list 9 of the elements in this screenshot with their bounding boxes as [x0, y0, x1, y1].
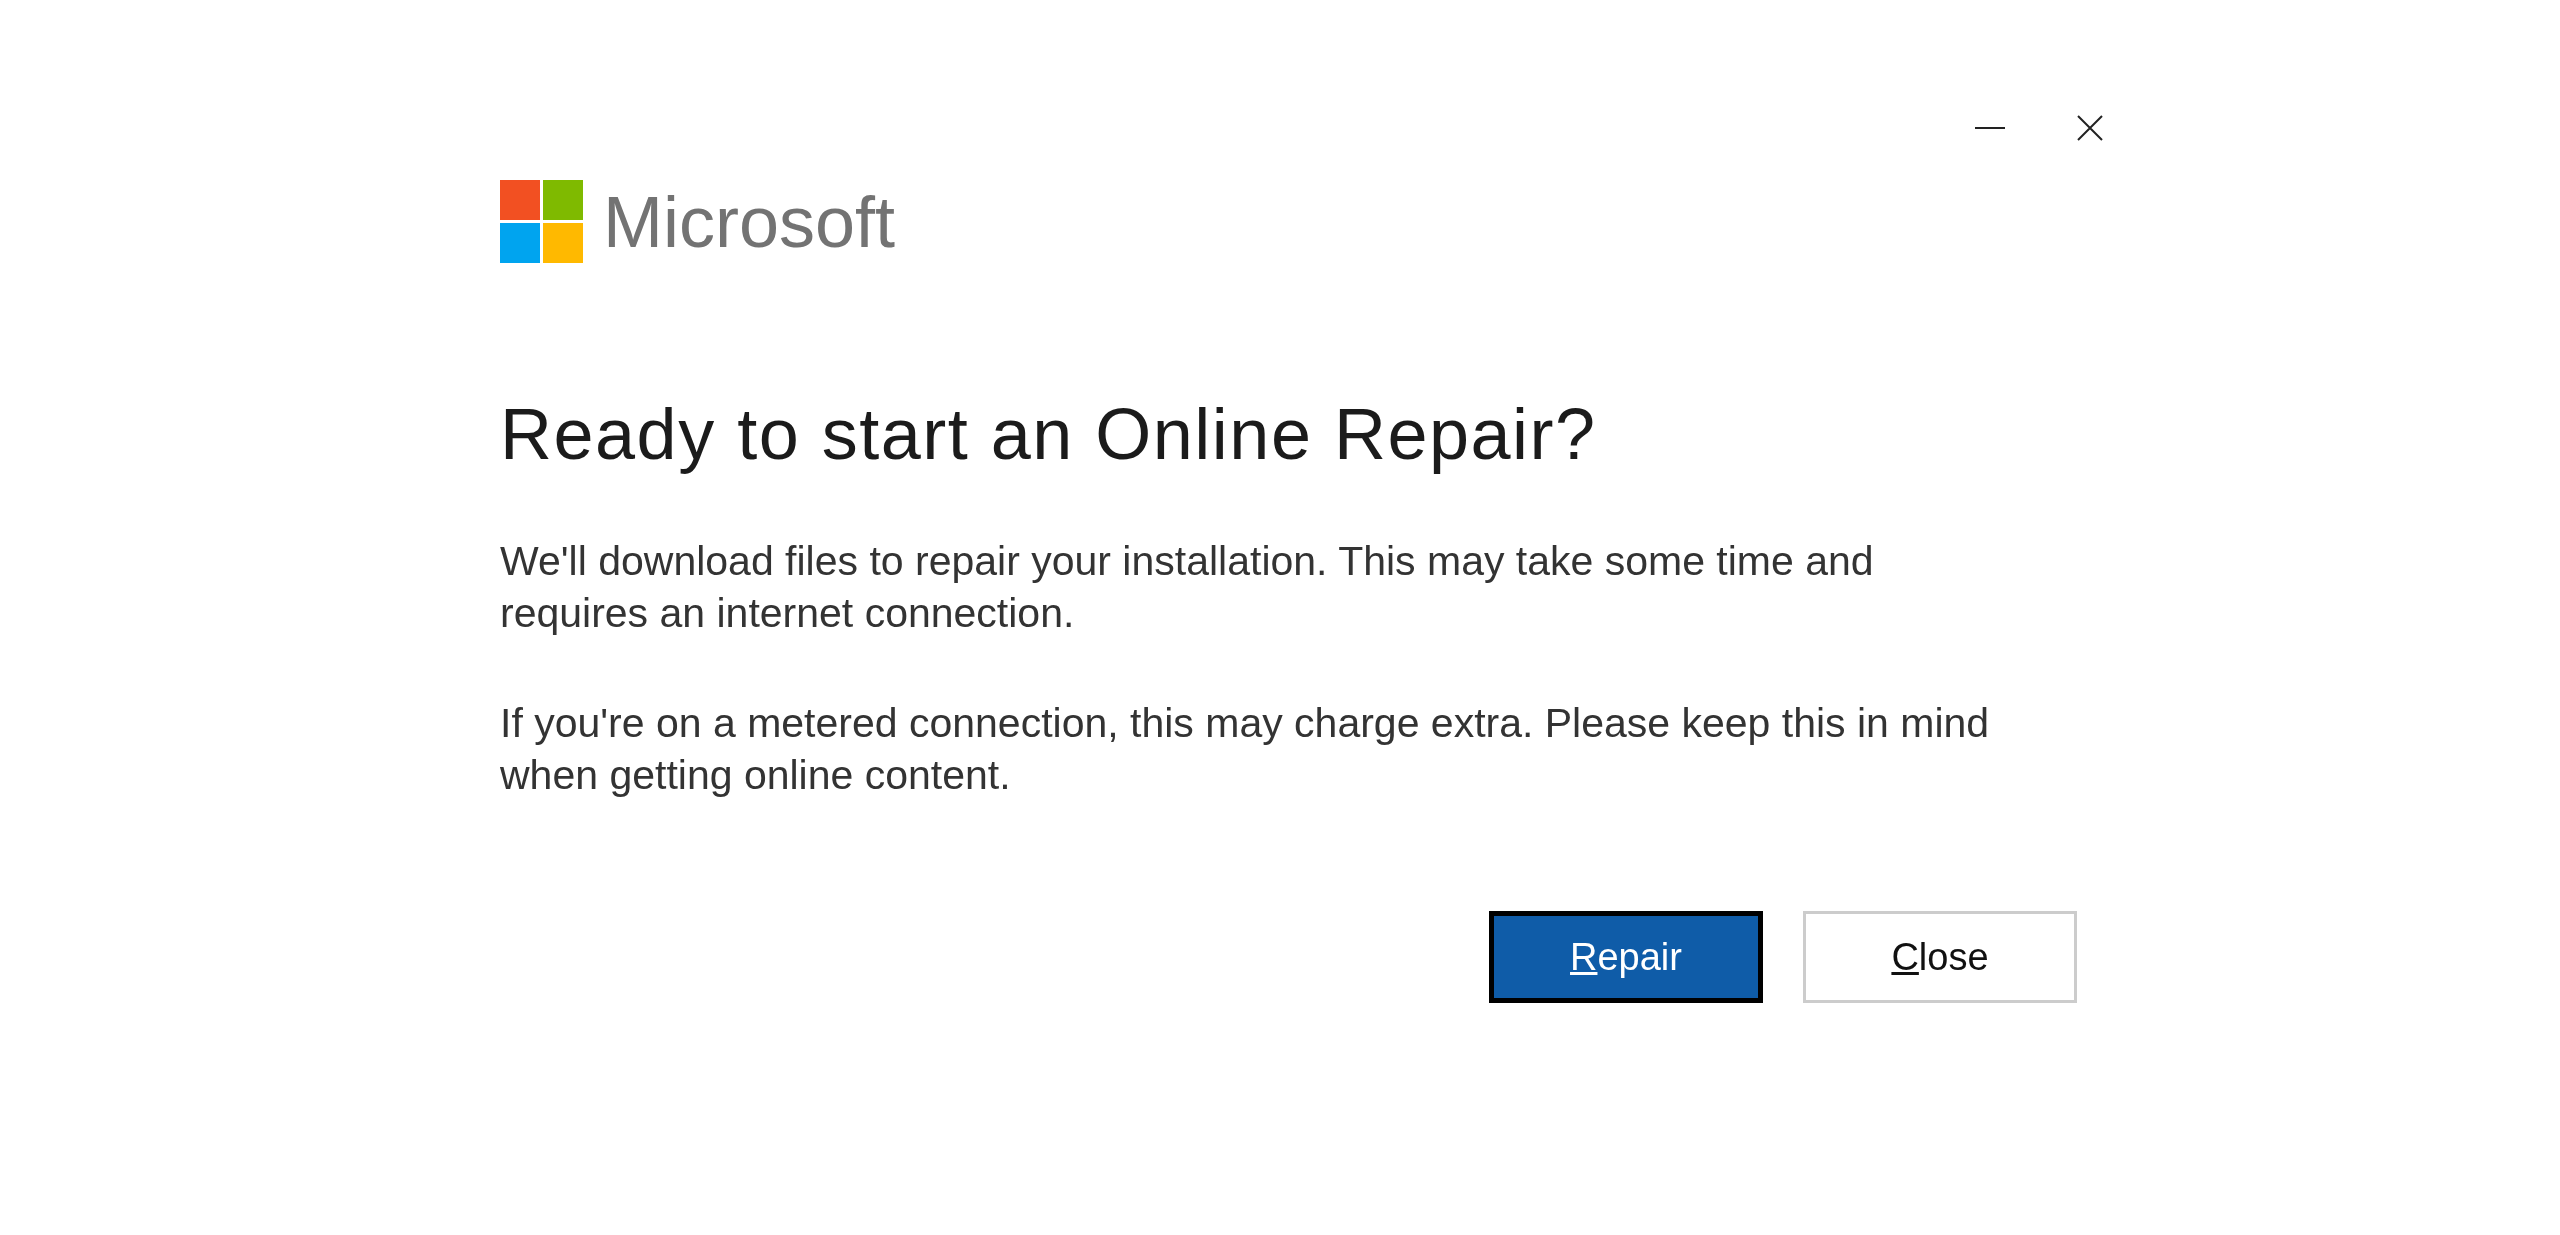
close-dialog-button[interactable]: Close [1803, 911, 2077, 1003]
body-text: We'll download files to repair your installation. This may take some time and requires an internet connection. [500, 537, 1875, 638]
logo-icon [500, 180, 583, 263]
dialog-heading: Ready to start an Online Repair? [500, 393, 1598, 475]
brand-name: Microsoft [603, 180, 896, 263]
minimize-icon [1975, 127, 2005, 129]
body-text: If you're on a metered connection, this may charge extra. Please keep this in mind when getting online content. [500, 699, 1991, 800]
repair-button[interactable]: Repair [1489, 911, 1763, 1003]
close-icon [2075, 113, 2105, 143]
